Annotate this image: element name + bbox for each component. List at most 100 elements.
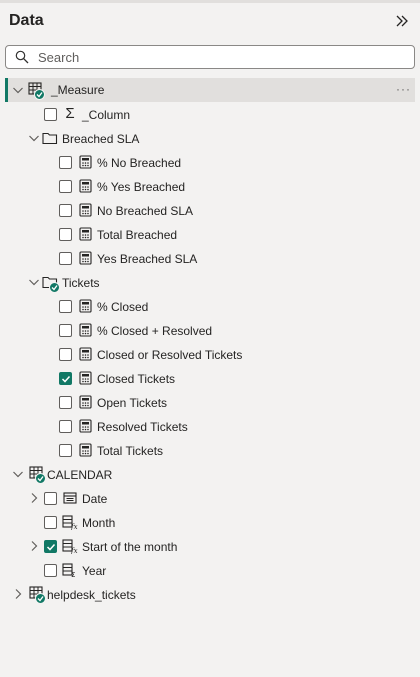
measure-label: % No Breached	[97, 156, 182, 170]
field-tree: _Measure ··· Σ _Column Breached SLA % No…	[0, 78, 420, 606]
field-label: Year	[82, 564, 107, 578]
svg-text:fx: fx	[70, 523, 78, 530]
field-checkbox[interactable]	[59, 300, 72, 313]
table-name: _Measure	[51, 83, 105, 97]
folder-label: Tickets	[62, 276, 100, 290]
measure-row[interactable]: Yes Breached SLA	[0, 246, 420, 270]
chevron-down-icon[interactable]	[27, 275, 41, 289]
field-checkbox[interactable]	[44, 564, 57, 577]
measure-row[interactable]: % Closed + Resolved	[0, 318, 420, 342]
measure-label: Closed or Resolved Tickets	[97, 348, 243, 362]
field-checkbox[interactable]	[59, 396, 72, 409]
field-checkbox[interactable]	[59, 444, 72, 457]
sigma-column-icon: Σ	[62, 562, 78, 578]
field-checkbox[interactable]	[44, 492, 57, 505]
more-options-icon[interactable]: ···	[396, 83, 411, 95]
table-name: CALENDAR	[47, 468, 113, 482]
table-measure[interactable]: _Measure ···	[5, 78, 415, 102]
svg-text:fx: fx	[70, 547, 78, 554]
table-helpdesk-tickets[interactable]: helpdesk_tickets	[0, 582, 420, 606]
calculator-icon	[77, 250, 93, 266]
field-checkbox[interactable]	[59, 180, 72, 193]
measure-row[interactable]: % Closed	[0, 294, 420, 318]
calculator-icon	[77, 394, 93, 410]
measure-label: No Breached SLA	[97, 204, 194, 218]
field-checkbox[interactable]	[59, 348, 72, 361]
field-checkbox[interactable]	[59, 156, 72, 169]
calculator-icon	[77, 154, 93, 170]
measure-label: Total Tickets	[97, 444, 164, 458]
folder-tickets[interactable]: Tickets	[0, 270, 420, 294]
calendar-icon	[62, 490, 78, 506]
calculator-icon	[77, 370, 93, 386]
table-icon	[28, 465, 46, 484]
measure-row[interactable]: Total Tickets	[0, 438, 420, 462]
selection-indicator	[5, 78, 8, 102]
measure-row[interactable]: Resolved Tickets	[0, 414, 420, 438]
pane-top-divider	[0, 0, 420, 3]
calculator-icon	[77, 442, 93, 458]
measure-label: Closed Tickets	[97, 372, 176, 386]
table-calendar[interactable]: CALENDAR	[0, 462, 420, 486]
field-row[interactable]: Date	[0, 486, 420, 510]
measure-label: Resolved Tickets	[97, 420, 188, 434]
field-row[interactable]: Σ Year	[0, 558, 420, 582]
folder-breached-sla[interactable]: Breached SLA	[0, 126, 420, 150]
check-badge-icon	[35, 473, 46, 484]
chevron-down-icon[interactable]	[11, 83, 25, 97]
measure-label: Yes Breached SLA	[97, 252, 198, 266]
table-name: helpdesk_tickets	[47, 588, 136, 602]
table-icon	[27, 81, 45, 100]
measure-row[interactable]: Closed or Resolved Tickets	[0, 342, 420, 366]
field-checkbox-checked[interactable]	[59, 372, 72, 385]
chevron-right-icon[interactable]	[27, 539, 41, 553]
field-label: Date	[82, 492, 108, 506]
calculator-icon	[77, 202, 93, 218]
field-checkbox-checked[interactable]	[44, 540, 57, 553]
folder-icon	[42, 274, 60, 293]
calculator-icon	[77, 322, 93, 338]
field-checkbox[interactable]	[59, 324, 72, 337]
sigma-icon: Σ	[65, 105, 75, 122]
field-checkbox[interactable]	[59, 228, 72, 241]
data-pane: Data _Measure ···	[0, 0, 420, 677]
measure-label: % Yes Breached	[97, 180, 186, 194]
field-checkbox[interactable]	[44, 516, 57, 529]
measure-row[interactable]: Open Tickets	[0, 390, 420, 414]
chevron-right-icon[interactable]	[11, 587, 25, 601]
measure-row[interactable]: Closed Tickets	[0, 366, 420, 390]
checkmark-icon	[46, 543, 55, 551]
folder-label: Breached SLA	[62, 132, 140, 146]
field-label: Start of the month	[82, 540, 178, 554]
collapse-pane-button[interactable]	[392, 11, 412, 31]
checkmark-icon	[61, 375, 70, 383]
svg-text:Σ: Σ	[71, 571, 75, 578]
calculated-column-icon: fx	[62, 514, 78, 530]
measure-label: % Closed + Resolved	[97, 324, 213, 338]
field-checkbox[interactable]	[59, 252, 72, 265]
field-checkbox[interactable]	[59, 420, 72, 433]
search-icon	[15, 50, 29, 64]
measure-row[interactable]: % No Breached	[0, 150, 420, 174]
measure-row[interactable]: No Breached SLA	[0, 198, 420, 222]
field-row[interactable]: fx Month	[0, 510, 420, 534]
calculator-icon	[77, 298, 93, 314]
chevron-down-icon[interactable]	[27, 131, 41, 145]
measure-row[interactable]: % Yes Breached	[0, 174, 420, 198]
field-label: _Column	[82, 108, 131, 122]
chevron-right-icon[interactable]	[27, 491, 41, 505]
measure-label: Total Breached	[97, 228, 178, 242]
check-badge-icon	[35, 593, 46, 604]
field-checkbox[interactable]	[59, 204, 72, 217]
field-row[interactable]: Σ _Column	[0, 102, 420, 126]
field-row[interactable]: fx Start of the month	[0, 534, 420, 558]
calculated-column-icon: fx	[62, 538, 78, 554]
chevron-down-icon[interactable]	[11, 467, 25, 481]
field-checkbox[interactable]	[44, 108, 57, 121]
search-box	[5, 45, 415, 69]
field-label: Month	[82, 516, 116, 530]
calculator-icon	[77, 226, 93, 242]
measure-row[interactable]: Total Breached	[0, 222, 420, 246]
table-icon	[28, 585, 46, 604]
search-input[interactable]	[38, 49, 398, 65]
